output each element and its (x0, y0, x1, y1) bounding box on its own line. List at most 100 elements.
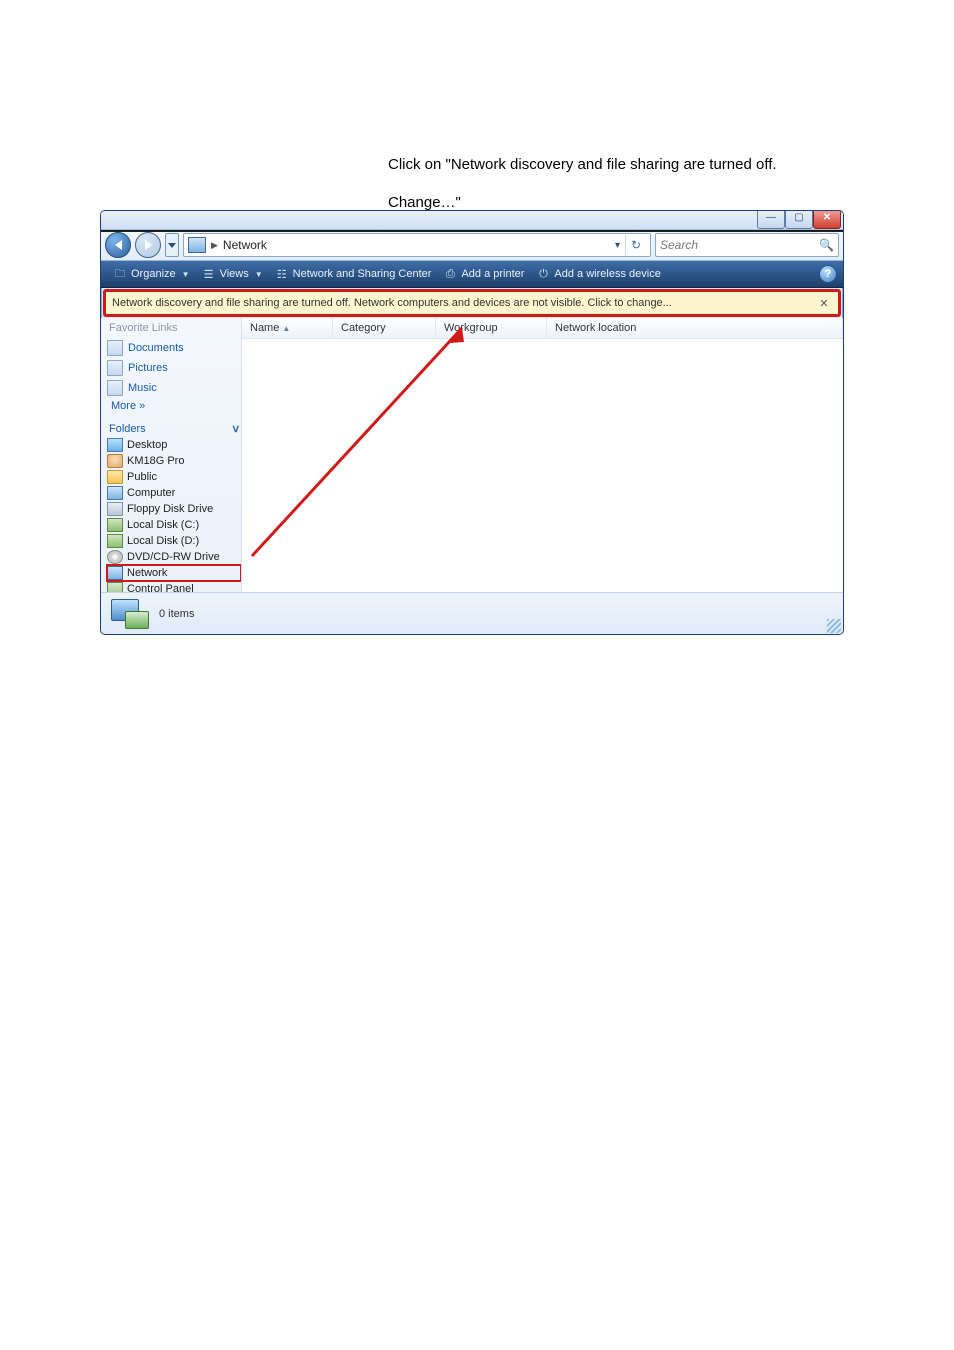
cmd-add-printer-label: Add a printer (461, 268, 524, 280)
tree-computer[interactable]: Computer (107, 485, 241, 501)
tree-network-label: Network (127, 567, 167, 579)
control-panel-icon (107, 582, 123, 592)
tree-local-c[interactable]: Local Disk (C:) (107, 517, 241, 533)
tree-public[interactable]: Public (107, 469, 241, 485)
close-button[interactable]: ✕ (813, 210, 841, 229)
col-category-label: Category (341, 322, 386, 334)
fav-more[interactable]: More » (107, 398, 241, 418)
folder-tree: Desktop KM18G Pro Public Computer Floppy… (107, 437, 241, 592)
navigation-pane: Favorite Links Documents Pictures Music … (101, 318, 242, 592)
instruction-line-1: Click on "Network discovery and file sha… (388, 154, 777, 176)
network-icon (188, 237, 206, 253)
col-name[interactable]: Name▲ (242, 318, 333, 338)
list-header: Name▲ Category Workgroup Network locatio… (242, 318, 843, 339)
cmd-add-wireless-label: Add a wireless device (554, 268, 660, 280)
documents-icon (107, 340, 123, 356)
tree-control-panel[interactable]: Control Panel (107, 581, 241, 592)
pictures-icon (107, 360, 123, 376)
fav-music[interactable]: Music (107, 378, 241, 398)
tree-network[interactable]: Network (107, 565, 241, 581)
organize-icon: 🗀 (113, 267, 127, 281)
fav-documents[interactable]: Documents (107, 338, 241, 358)
tree-user-label: KM18G Pro (127, 455, 184, 467)
folders-header[interactable]: Folders ⅴ (107, 420, 241, 437)
tree-desktop-label: Desktop (127, 439, 167, 451)
views-icon: ☰ (202, 267, 216, 281)
tree-local-d-label: Local Disk (D:) (127, 535, 199, 547)
chevron-down-icon: ▼ (182, 270, 190, 279)
cmd-organize-label: Organize (131, 268, 176, 280)
fav-music-label: Music (128, 382, 157, 394)
drive-icon (107, 518, 123, 532)
titlebar[interactable]: — ▢ ✕ (101, 211, 843, 230)
cmd-organize[interactable]: 🗀 Organize ▼ (107, 267, 196, 281)
col-location-label: Network location (555, 322, 636, 334)
breadcrumb-location[interactable]: Network (223, 238, 267, 252)
cmd-views[interactable]: ☰ Views ▼ (196, 267, 269, 281)
page: Click on "Network discovery and file sha… (0, 0, 954, 1350)
drive-icon (107, 534, 123, 548)
status-item-count: 0 items (159, 608, 194, 620)
printer-icon: ⎙ (443, 267, 457, 281)
status-bar: 0 items (101, 592, 843, 635)
col-workgroup-label: Workgroup (444, 322, 498, 334)
tree-computer-label: Computer (127, 487, 175, 499)
cmd-add-printer[interactable]: ⎙ Add a printer (437, 267, 530, 281)
resize-grip[interactable] (827, 619, 841, 633)
nav-history-dropdown[interactable] (165, 233, 179, 257)
chevron-down-icon (168, 243, 176, 248)
tree-cp-label: Control Panel (127, 583, 194, 592)
col-workgroup[interactable]: Workgroup (436, 318, 547, 338)
user-icon (107, 454, 123, 468)
disc-icon (107, 550, 123, 564)
command-bar: 🗀 Organize ▼ ☰ Views ▼ ☷ Network and Sha… (101, 261, 843, 288)
chevron-down-icon: ⅴ (232, 422, 239, 435)
window-controls: — ▢ ✕ (757, 210, 841, 229)
col-category[interactable]: Category (333, 318, 436, 338)
nav-back-button[interactable] (105, 232, 131, 258)
tree-dvd-label: DVD/CD-RW Drive (127, 551, 220, 563)
tree-local-d[interactable]: Local Disk (D:) (107, 533, 241, 549)
tree-local-c-label: Local Disk (C:) (127, 519, 199, 531)
tree-desktop[interactable]: Desktop (107, 437, 241, 453)
computer-icon (107, 486, 123, 500)
fav-pictures[interactable]: Pictures (107, 358, 241, 378)
cmd-network-sharing-center[interactable]: ☷ Network and Sharing Center (269, 267, 438, 281)
music-icon (107, 380, 123, 396)
file-list[interactable]: Name▲ Category Workgroup Network locatio… (242, 318, 843, 592)
wireless-icon: ⏻ (536, 267, 550, 281)
search-icon[interactable]: 🔍 (819, 238, 834, 252)
address-dropdown-icon[interactable]: ▾ (615, 240, 623, 251)
breadcrumb[interactable]: ▶ Network ▾ ↻ (183, 233, 651, 257)
explorer-window: — ▢ ✕ ▶ Network ▾ ↻ Search 🔍 (100, 210, 844, 635)
info-bar-text: Network discovery and file sharing are t… (112, 297, 672, 309)
search-input[interactable]: Search 🔍 (655, 233, 839, 257)
tree-floppy[interactable]: Floppy Disk Drive (107, 501, 241, 517)
cmd-views-label: Views (220, 268, 249, 280)
status-thumbnail-icon (109, 597, 149, 631)
maximize-button[interactable]: ▢ (785, 210, 813, 229)
network-icon (107, 566, 123, 580)
minimize-button[interactable]: — (757, 210, 785, 229)
tree-public-label: Public (127, 471, 157, 483)
breadcrumb-separator-icon: ▶ (211, 240, 218, 251)
tree-user[interactable]: KM18G Pro (107, 453, 241, 469)
fav-documents-label: Documents (128, 342, 184, 354)
col-network-location[interactable]: Network location (547, 318, 843, 338)
tree-floppy-label: Floppy Disk Drive (127, 503, 213, 515)
cmd-add-wireless-device[interactable]: ⏻ Add a wireless device (530, 267, 666, 281)
favorite-links-header: Favorite Links (107, 322, 241, 338)
search-placeholder: Search (660, 238, 698, 252)
help-button[interactable]: ? (819, 265, 837, 283)
folder-icon (107, 470, 123, 484)
tree-dvd[interactable]: DVD/CD-RW Drive (107, 549, 241, 565)
nav-forward-button[interactable] (135, 232, 161, 258)
nsc-icon: ☷ (275, 267, 289, 281)
refresh-button[interactable]: ↻ (625, 235, 646, 255)
cmd-nsc-label: Network and Sharing Center (293, 268, 432, 280)
floppy-icon (107, 502, 123, 516)
info-bar-close-button[interactable]: ✕ (816, 295, 832, 311)
info-bar-network-discovery[interactable]: Network discovery and file sharing are t… (103, 289, 841, 317)
favorite-links: Documents Pictures Music More » (107, 338, 241, 418)
chevron-down-icon: ▼ (255, 270, 263, 279)
